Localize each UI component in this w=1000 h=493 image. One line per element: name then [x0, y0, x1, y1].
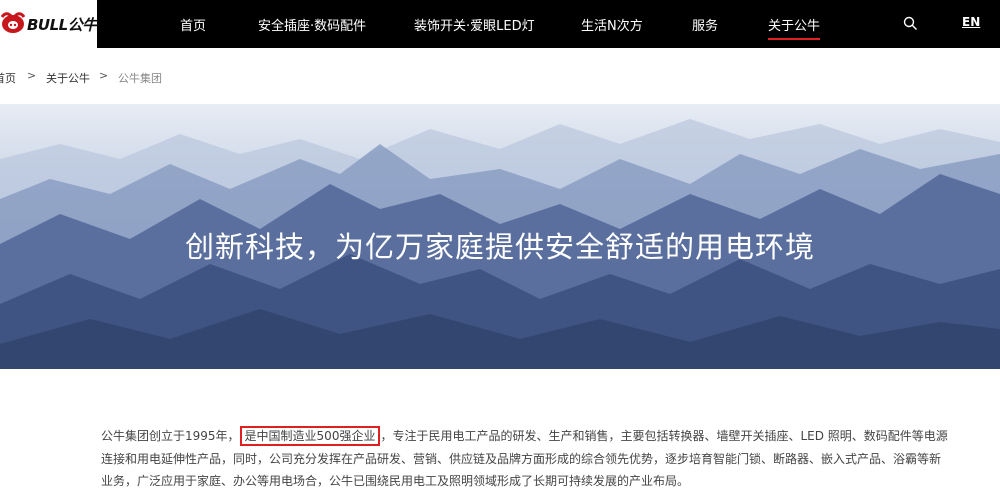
bull-logo-icon: [0, 12, 26, 33]
nav-item-about[interactable]: 关于公牛: [768, 15, 821, 40]
hero-banner: 创新科技，为亿万家庭提供安全舒适的用电环境: [0, 104, 1000, 369]
language-switch[interactable]: EN: [962, 15, 980, 29]
intro-highlight: 是中国制造业500强企业: [239, 426, 381, 446]
top-header: BULL公牛 首页 安全插座·数码配件 装饰开关·爱眼LED灯 生活N次方 服务…: [0, 0, 1000, 48]
breadcrumb-about[interactable]: 关于公牛: [46, 70, 90, 86]
nav-item-switches-led[interactable]: 装饰开关·爱眼LED灯: [414, 15, 535, 34]
breadcrumb-separator: >: [99, 69, 109, 82]
nav-item-service[interactable]: 服务: [692, 15, 718, 34]
logo-text: BULL公牛: [27, 16, 97, 34]
breadcrumb-separator: >: [27, 69, 37, 82]
breadcrumb-current: 公牛集团: [118, 72, 162, 85]
nav-item-home[interactable]: 首页: [180, 15, 206, 34]
banner-title: 创新科技，为亿万家庭提供安全舒适的用电环境: [184, 230, 815, 264]
breadcrumb-home[interactable]: 首页: [0, 70, 16, 86]
search-icon[interactable]: [903, 16, 918, 31]
nav-item-sockets-accessories[interactable]: 安全插座·数码配件: [258, 15, 366, 34]
intro-text-before: 公牛集团创立于1995年，: [101, 429, 240, 443]
nav-item-life[interactable]: 生活N次方: [581, 15, 643, 34]
logo[interactable]: BULL公牛: [0, 0, 97, 48]
company-intro: 公牛集团创立于1995年， 是中国制造业500强企业 ，专注于民用电工产品的研发、生…: [101, 425, 951, 493]
